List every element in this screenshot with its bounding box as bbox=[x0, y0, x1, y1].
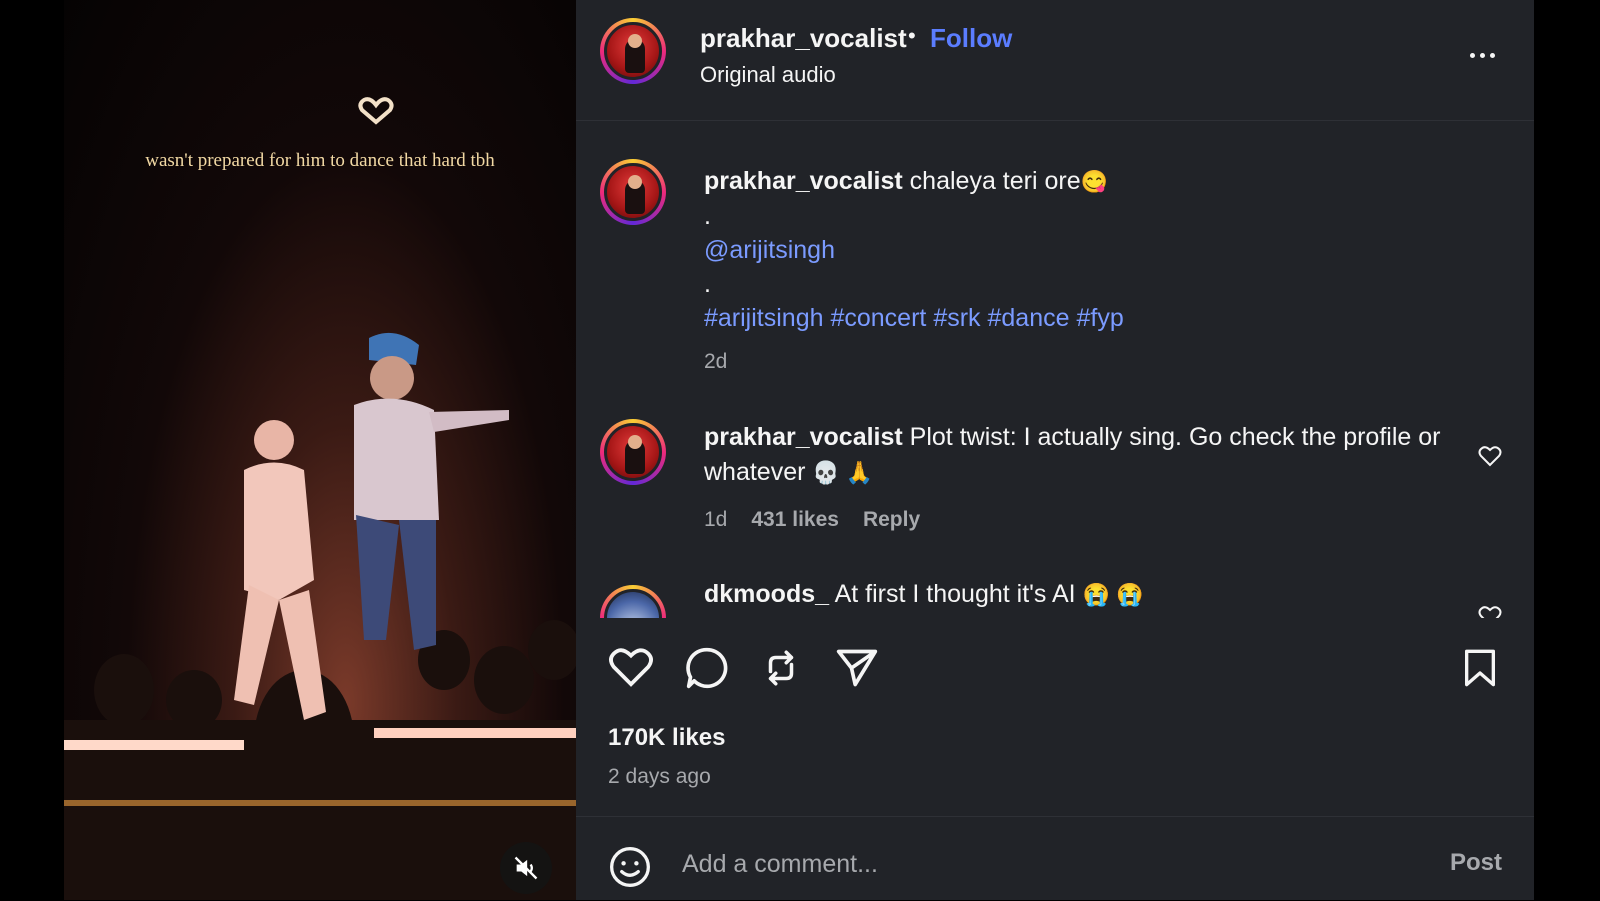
caption-meta: 2d bbox=[704, 350, 727, 374]
post-details-panel: prakhar_vocalist • Follow Original audio… bbox=[576, 0, 1534, 900]
heart-icon bbox=[1478, 446, 1502, 467]
smiley-icon bbox=[610, 847, 650, 887]
video-scene bbox=[64, 332, 576, 900]
mention-link[interactable]: @arijitsingh bbox=[704, 236, 835, 264]
caption-mention-line: @arijitsingh bbox=[704, 233, 1464, 268]
comment-like-button[interactable] bbox=[1478, 605, 1502, 618]
video-overlay-text: wasn't prepared for him to dance that ha… bbox=[145, 150, 495, 171]
repost-icon bbox=[768, 650, 794, 686]
comment-like-button[interactable] bbox=[1478, 445, 1502, 472]
hashtag-link[interactable]: #concert bbox=[830, 304, 926, 332]
comment-bubble-icon bbox=[686, 647, 728, 689]
like-button[interactable] bbox=[608, 646, 654, 693]
caption-time: 2d bbox=[704, 350, 728, 373]
comment-time: 1d bbox=[704, 508, 728, 531]
separator-dot: • bbox=[908, 23, 916, 48]
heart-icon bbox=[609, 648, 653, 687]
emoji-picker-button[interactable] bbox=[608, 845, 652, 894]
share-button[interactable] bbox=[834, 646, 880, 695]
comment-text: dkmoods_ At first I thought it's AI 😭 😭 bbox=[704, 577, 1464, 612]
comment-text: prakhar_vocalist Plot twist: I actually … bbox=[704, 420, 1464, 490]
heart-hands-icon bbox=[356, 96, 396, 131]
caption-emoji: 😋 bbox=[1080, 169, 1109, 194]
dot-icon bbox=[1489, 52, 1495, 58]
comment-button[interactable] bbox=[684, 646, 730, 695]
comment-composer: Post bbox=[576, 816, 1534, 901]
reel-video[interactable]: wasn't prepared for him to dance that ha… bbox=[64, 0, 576, 900]
follow-button[interactable]: Follow bbox=[930, 23, 1012, 54]
hashtag-link[interactable]: #dance bbox=[988, 304, 1070, 332]
hashtag-line: #arijitsingh #concert #srk #dance #fyp bbox=[704, 301, 1464, 336]
caption-body: chaleya teri ore bbox=[909, 167, 1081, 195]
caption-dot: . bbox=[704, 270, 711, 298]
hashtag-link[interactable]: #fyp bbox=[1076, 304, 1123, 332]
backdrop bbox=[1534, 0, 1600, 900]
audio-label[interactable]: Original audio bbox=[700, 62, 836, 88]
post-timestamp: 2 days ago bbox=[608, 765, 711, 788]
dot-icon bbox=[1479, 52, 1485, 58]
comment-emoji: 💀 🙏 bbox=[812, 460, 874, 485]
muted-speaker-icon bbox=[514, 856, 538, 880]
repost-button[interactable] bbox=[760, 646, 802, 695]
author-username[interactable]: prakhar_vocalist bbox=[700, 23, 907, 54]
comment-username[interactable]: dkmoods_ bbox=[704, 580, 829, 608]
post-button[interactable]: Post bbox=[1450, 849, 1502, 877]
caption-dot: . bbox=[704, 202, 711, 230]
comments-list[interactable]: prakhar_vocalist chaleya teri ore😋 . @ar… bbox=[576, 121, 1534, 618]
comment-likes[interactable]: 431 likes bbox=[751, 508, 839, 532]
author-avatar[interactable] bbox=[600, 18, 666, 84]
comment-input[interactable] bbox=[680, 843, 1384, 885]
comment-meta: 1d 431 likes Reply bbox=[704, 508, 920, 532]
caption-author-avatar[interactable] bbox=[600, 159, 666, 225]
comment-avatar[interactable] bbox=[600, 585, 666, 618]
heart-icon bbox=[1478, 606, 1502, 618]
more-options-button[interactable] bbox=[1462, 40, 1502, 70]
caption-username[interactable]: prakhar_vocalist bbox=[704, 167, 903, 195]
comment-username[interactable]: prakhar_vocalist bbox=[704, 423, 903, 451]
dot-icon bbox=[1469, 52, 1475, 58]
reply-button[interactable]: Reply bbox=[863, 508, 920, 532]
mute-button[interactable] bbox=[500, 842, 552, 894]
send-icon bbox=[836, 649, 878, 687]
hashtag-link[interactable]: #srk bbox=[933, 304, 980, 332]
save-button[interactable] bbox=[1460, 646, 1500, 695]
likes-count[interactable]: 170K likes bbox=[608, 724, 725, 752]
bookmark-icon bbox=[1465, 649, 1495, 687]
comment-emoji: 😭 😭 bbox=[1082, 582, 1144, 607]
hashtag-link[interactable]: #arijitsingh bbox=[704, 304, 824, 332]
post-header: prakhar_vocalist • Follow Original audio bbox=[576, 0, 1534, 121]
comment-avatar[interactable] bbox=[600, 419, 666, 485]
caption-text: prakhar_vocalist chaleya teri ore😋 bbox=[704, 164, 1464, 199]
action-bar bbox=[576, 628, 1534, 708]
comment-body: At first I thought it's AI bbox=[834, 580, 1076, 608]
